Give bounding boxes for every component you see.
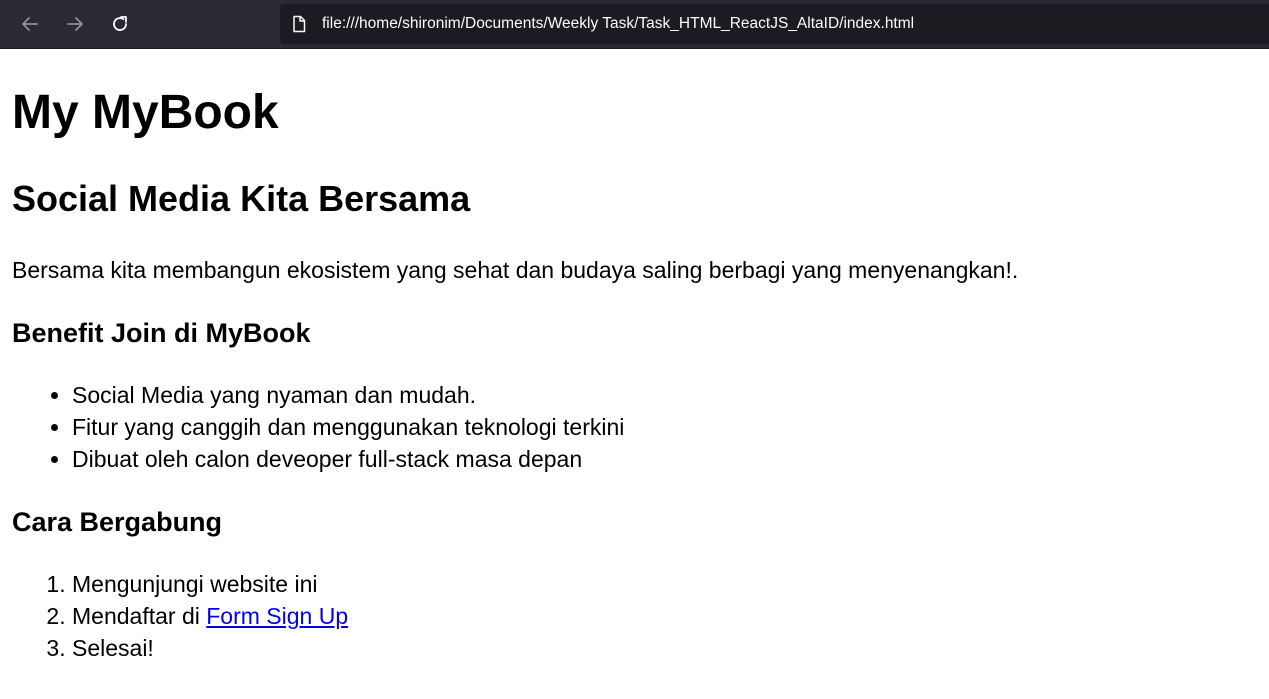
tagline-heading: Social Media Kita Bersama [12, 178, 471, 219]
join-step-text: Mendaftar di [72, 603, 207, 629]
forward-button[interactable] [61, 10, 89, 38]
benefit-item: Fitur yang canggih dan menggunakan tekno… [72, 411, 624, 443]
page-content: My MyBook Social Media Kita Bersama Bers… [0, 49, 1269, 699]
join-step: Selesai! [72, 632, 348, 664]
reload-button[interactable] [106, 10, 134, 38]
benefit-item: Dibuat oleh calon deveoper full-stack ma… [72, 443, 624, 475]
address-bar[interactable]: file:///home/shironim/Documents/Weekly T… [280, 4, 1269, 44]
join-step-text: Selesai! [72, 635, 154, 661]
benefit-heading: Benefit Join di MyBook [12, 318, 311, 348]
benefit-item: Social Media yang nyaman dan mudah. [72, 379, 624, 411]
file-icon [293, 15, 306, 33]
join-step: Mendaftar di Form Sign Up [72, 600, 348, 632]
page-title: My MyBook [12, 86, 279, 139]
browser-toolbar: file:///home/shironim/Documents/Weekly T… [0, 0, 1269, 49]
benefit-list: Social Media yang nyaman dan mudah. Fitu… [12, 379, 624, 475]
signup-form-link[interactable]: Form Sign Up [206, 603, 348, 629]
forward-arrow-icon [67, 17, 83, 31]
back-arrow-icon [22, 17, 38, 31]
intro-paragraph: Bersama kita membangun ekosistem yang se… [12, 257, 1019, 283]
join-step: Mengunjungi website ini [72, 568, 348, 600]
join-step-text: Mengunjungi website ini [72, 571, 318, 597]
join-heading: Cara Bergabung [12, 507, 223, 537]
reload-icon [113, 16, 127, 31]
url-text[interactable]: file:///home/shironim/Documents/Weekly T… [322, 4, 914, 44]
back-button[interactable] [16, 10, 44, 38]
join-steps-list: Mengunjungi website ini Mendaftar di For… [12, 568, 348, 664]
